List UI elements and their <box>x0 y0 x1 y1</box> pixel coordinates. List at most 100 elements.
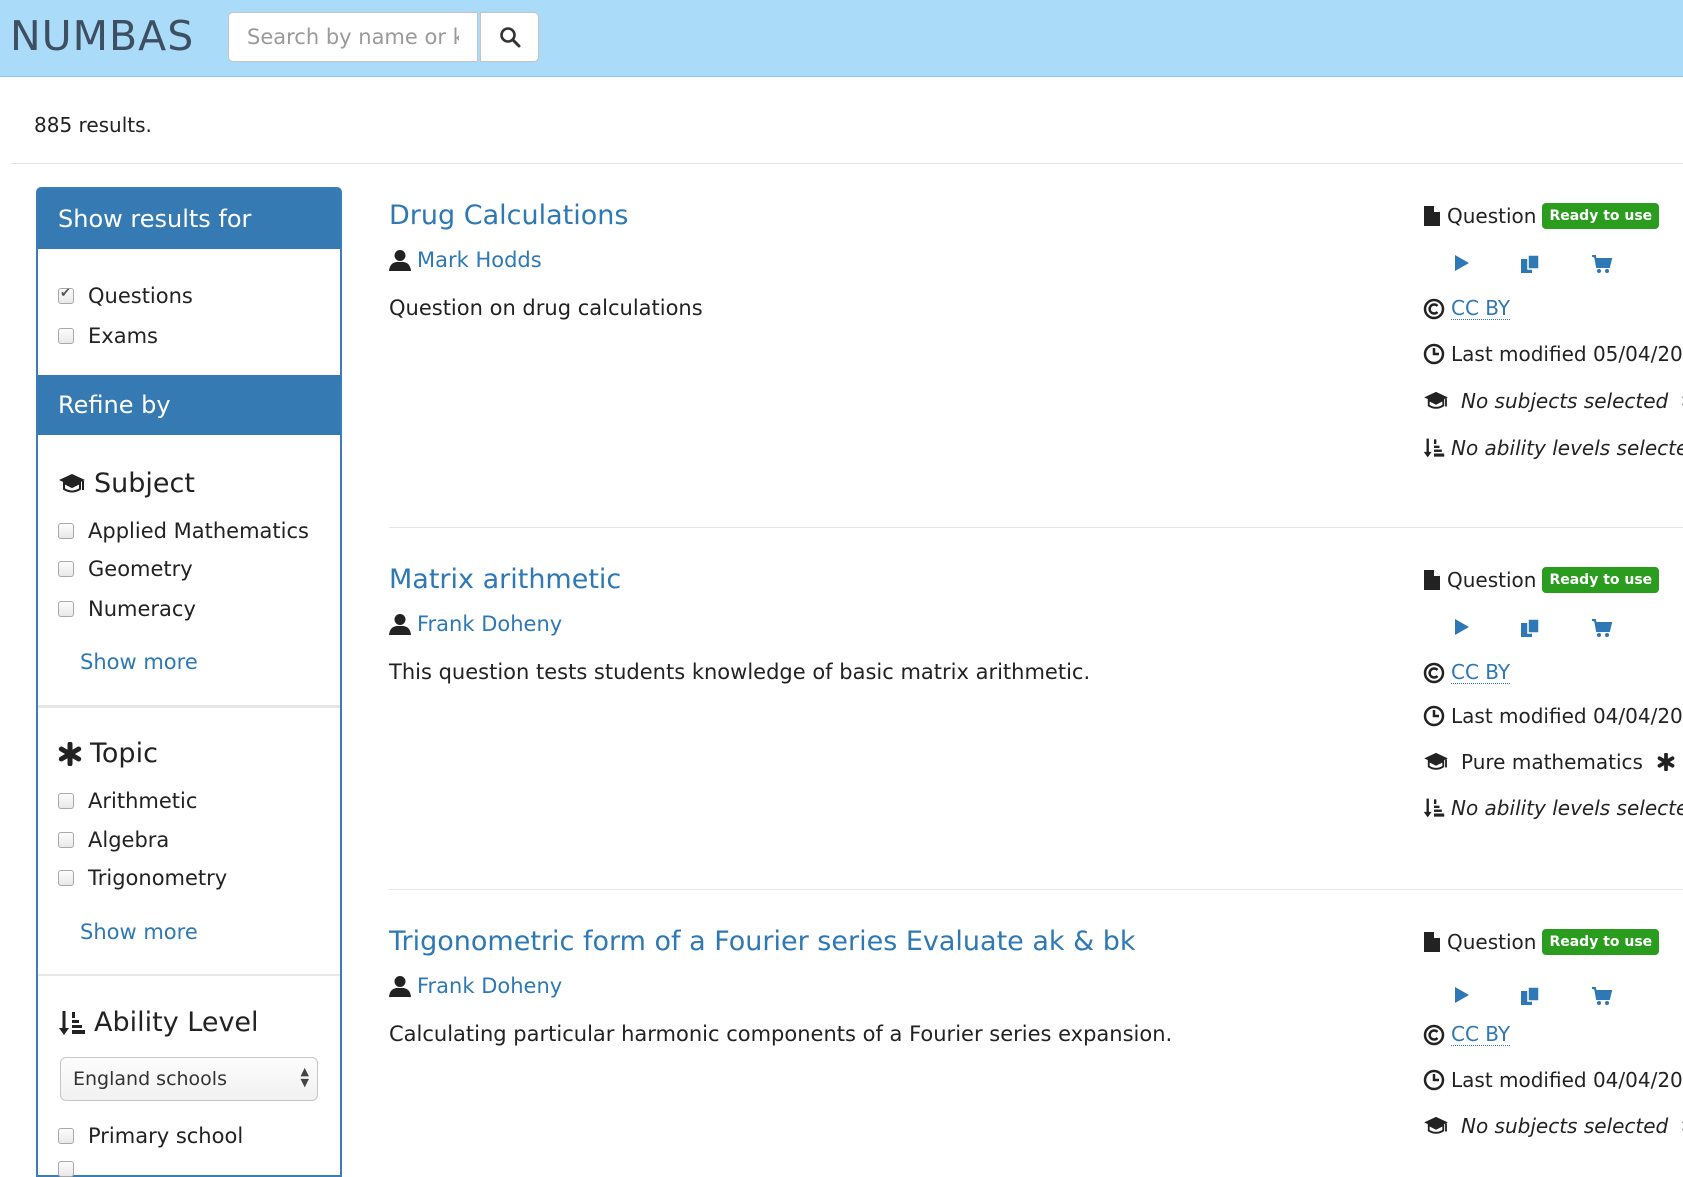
result-actions <box>1423 253 1683 283</box>
subjects-row: No subjects selected <box>1423 389 1683 413</box>
license-row: CC BY <box>1423 1023 1511 1046</box>
filter-sidebar: Show results for Questions Exams Refine … <box>36 187 342 1177</box>
ability-checkbox[interactable] <box>58 1128 74 1144</box>
play-icon[interactable] <box>1453 253 1471 273</box>
clock-icon <box>1423 1069 1445 1091</box>
result-separator <box>389 527 1683 528</box>
result-actions <box>1423 617 1683 647</box>
license-link[interactable]: CC BY <box>1451 661 1511 684</box>
last-modified: Last modified 05/04/2017 <box>1423 342 1683 366</box>
ability-filter-item[interactable]: Primary school <box>58 1124 243 1148</box>
brand-logo[interactable]: NUMBAS <box>10 12 194 60</box>
clock-icon <box>1423 343 1445 365</box>
search-button[interactable] <box>480 12 539 62</box>
result-author[interactable]: Mark Hodds <box>389 248 542 272</box>
topic-filter-item[interactable]: Algebra <box>58 828 169 852</box>
topic-show-more-link[interactable]: Show more <box>80 920 198 944</box>
result-author[interactable]: Frank Doheny <box>389 612 562 636</box>
filter-label: Exams <box>88 324 158 348</box>
subject-checkbox[interactable] <box>58 561 74 577</box>
last-modified: Last modified 04/04/2017 <box>1423 704 1683 728</box>
graduation-cap-icon <box>59 473 85 492</box>
select-arrows-icon: ▲ ▼ <box>300 1065 309 1089</box>
sort-numeric-icon <box>1423 798 1445 818</box>
copyright-icon <box>1423 1024 1445 1045</box>
sort-numeric-icon <box>59 1010 85 1035</box>
result-separator <box>389 889 1683 890</box>
divider <box>11 163 1683 164</box>
copyright-icon <box>1423 662 1445 683</box>
subject-filter-item[interactable]: Applied Mathematics <box>58 519 309 543</box>
item-type: Question Ready to use <box>1423 929 1660 955</box>
status-badge: Ready to use <box>1542 929 1660 955</box>
topic-section-title: Topic <box>58 738 158 769</box>
subject-checkbox[interactable] <box>58 523 74 539</box>
graduation-cap-icon <box>1424 752 1448 770</box>
result-item: Trigonometric form of a Fourier series E… <box>389 926 1683 1169</box>
status-badge: Ready to use <box>1542 567 1660 593</box>
file-icon <box>1424 932 1440 952</box>
result-title-link[interactable]: Trigonometric form of a Fourier series E… <box>389 926 1136 957</box>
result-item: Drug Calculations Mark Hodds Question on… <box>389 200 1683 500</box>
exams-checkbox[interactable] <box>58 328 74 344</box>
search-icon <box>499 27 520 48</box>
subject-filter-item[interactable]: Numeracy <box>58 597 196 621</box>
ability-level-section-title: Ability Level <box>58 1007 259 1038</box>
user-icon <box>389 976 411 997</box>
result-meta: Question Ready to use CC BY Last modifie… <box>1423 200 1683 500</box>
graduation-cap-icon <box>1424 1116 1448 1134</box>
copy-icon[interactable] <box>1519 985 1541 1007</box>
result-item: Matrix arithmetic Frank Doheny This ques… <box>389 564 1683 864</box>
filter-exams[interactable]: Exams <box>58 324 158 348</box>
filter-label: Questions <box>88 284 193 308</box>
topic-filter-item[interactable]: Arithmetic <box>58 789 197 813</box>
result-description: This question tests students knowledge o… <box>389 660 1091 684</box>
license-row: CC BY <box>1423 297 1511 320</box>
user-icon <box>389 250 411 271</box>
result-title-link[interactable]: Matrix arithmetic <box>389 564 621 595</box>
basket-icon[interactable] <box>1591 253 1613 275</box>
subject-show-more-link[interactable]: Show more <box>80 650 198 674</box>
user-icon <box>389 614 411 635</box>
refine-by-heading: Refine by <box>38 375 340 435</box>
copyright-icon <box>1423 298 1445 319</box>
result-description: Question on drug calculations <box>389 296 703 320</box>
result-meta: Question Ready to use CC BY Last modifie… <box>1423 564 1683 864</box>
asterisk-icon <box>58 741 82 766</box>
topic-checkbox[interactable] <box>58 832 74 848</box>
last-modified: Last modified 04/04/2017 <box>1423 1068 1683 1092</box>
graduation-cap-icon <box>1424 391 1448 409</box>
topic-filter-item[interactable]: Trigonometry <box>58 866 227 890</box>
result-title-link[interactable]: Drug Calculations <box>389 200 628 231</box>
abilities-row: No ability levels selected <box>1423 436 1683 460</box>
result-author[interactable]: Frank Doheny <box>389 974 562 998</box>
asterisk-icon <box>1657 753 1675 771</box>
play-icon[interactable] <box>1453 617 1471 637</box>
subject-section-title: Subject <box>58 468 195 499</box>
copy-icon[interactable] <box>1519 617 1541 639</box>
ability-filter-item-partial[interactable] <box>58 1161 88 1177</box>
subjects-row: Pure mathematics <box>1423 750 1681 774</box>
subject-filter-item[interactable]: Geometry <box>58 557 193 581</box>
item-type: Question Ready to use <box>1423 567 1660 593</box>
license-link[interactable]: CC BY <box>1451 297 1511 320</box>
license-row: CC BY <box>1423 661 1511 684</box>
basket-icon[interactable] <box>1591 985 1613 1007</box>
topic-checkbox[interactable] <box>58 793 74 809</box>
questions-checkbox[interactable] <box>58 286 74 304</box>
file-icon <box>1424 206 1440 226</box>
result-description: Calculating particular harmonic componen… <box>389 1022 1173 1046</box>
result-meta: Question Ready to use CC BY Last modifie… <box>1423 926 1683 1169</box>
search-input[interactable] <box>228 12 478 62</box>
topic-checkbox[interactable] <box>58 870 74 886</box>
basket-icon[interactable] <box>1591 617 1613 639</box>
license-link[interactable]: CC BY <box>1451 1023 1511 1046</box>
play-icon[interactable] <box>1453 985 1471 1005</box>
copy-icon[interactable] <box>1519 253 1541 275</box>
filter-questions[interactable]: Questions <box>58 284 193 308</box>
subject-checkbox[interactable] <box>58 601 74 617</box>
top-navbar: NUMBAS <box>0 0 1683 77</box>
subjects-row: No subjects selected <box>1423 1114 1683 1138</box>
ability-framework-select[interactable]: England schools ▲ ▼ <box>60 1057 318 1101</box>
ability-checkbox[interactable] <box>58 1161 74 1177</box>
